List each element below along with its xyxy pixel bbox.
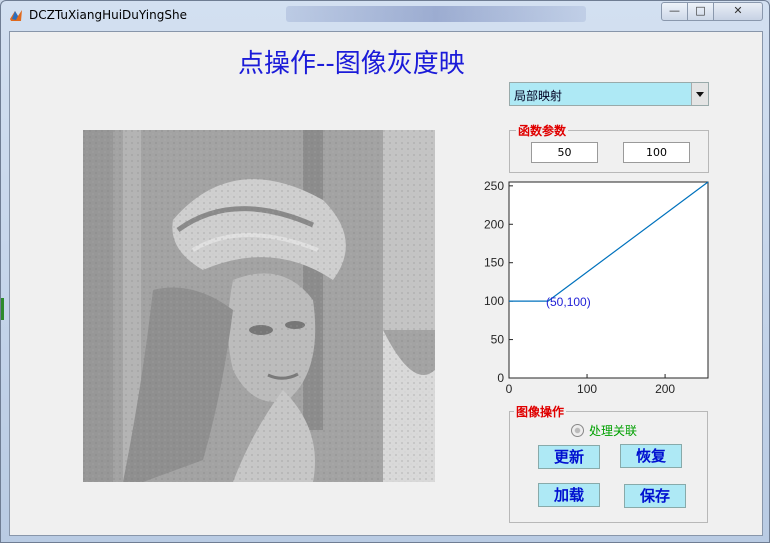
y-tick-label: 100 [484, 294, 504, 308]
matlab-figure-window: DCZTuXiangHuiDuYingShe — □ ✕ 点操作--图像灰度映 [0, 0, 770, 543]
window-title: DCZTuXiangHuiDuYingShe [29, 8, 187, 22]
param-1-input[interactable]: 50 [531, 142, 598, 163]
figure-client-area: 点操作--图像灰度映 局部映射 函数参数 50 100 0 50 100 150… [9, 31, 763, 536]
x-tick-label: 0 [506, 382, 513, 396]
mapping-type-selected: 局部映射 [514, 89, 563, 103]
link-processing-label: 处理关联 [589, 424, 638, 438]
x-tick-label: 100 [577, 382, 597, 396]
grayscale-portrait-image [83, 130, 435, 482]
minimize-button[interactable]: — [661, 2, 688, 21]
y-tick-label: 200 [484, 217, 504, 231]
chevron-down-icon[interactable] [691, 83, 708, 105]
mapping-type-dropdown[interactable]: 局部映射 [509, 82, 709, 106]
maximize-button[interactable]: □ [687, 2, 714, 21]
update-button[interactable]: 更新 [538, 445, 600, 469]
processed-image [83, 130, 435, 482]
y-tick-label: 0 [497, 371, 504, 385]
x-tick-label: 200 [655, 382, 675, 396]
page-title: 点操作--图像灰度映 [238, 49, 465, 79]
image-ops-legend: 图像操作 [514, 403, 567, 420]
matlab-icon [10, 10, 22, 21]
save-button[interactable]: 保存 [624, 484, 686, 508]
breakpoint-annotation: (50,100) [546, 295, 591, 309]
function-params-legend: 函数参数 [516, 122, 569, 139]
window-edge-marker [1, 298, 4, 320]
plot-area [508, 181, 709, 379]
restore-button[interactable]: 恢复 [620, 444, 682, 468]
function-params-group: 函数参数 50 100 [509, 122, 709, 173]
y-tick-label: 150 [484, 256, 504, 270]
y-tick-label: 250 [484, 179, 504, 193]
link-processing-radio[interactable] [571, 424, 584, 437]
blurred-title-region [286, 6, 586, 22]
mapping-curve-chart: 0 50 100 150 200 250 0 100 200 (50,100) [484, 179, 709, 396]
param-2-input[interactable]: 100 [623, 142, 690, 163]
load-button[interactable]: 加载 [538, 483, 600, 507]
close-button[interactable]: ✕ [713, 2, 763, 21]
y-tick-label: 50 [491, 333, 505, 347]
title-bar[interactable]: DCZTuXiangHuiDuYingShe — □ ✕ [1, 1, 769, 28]
